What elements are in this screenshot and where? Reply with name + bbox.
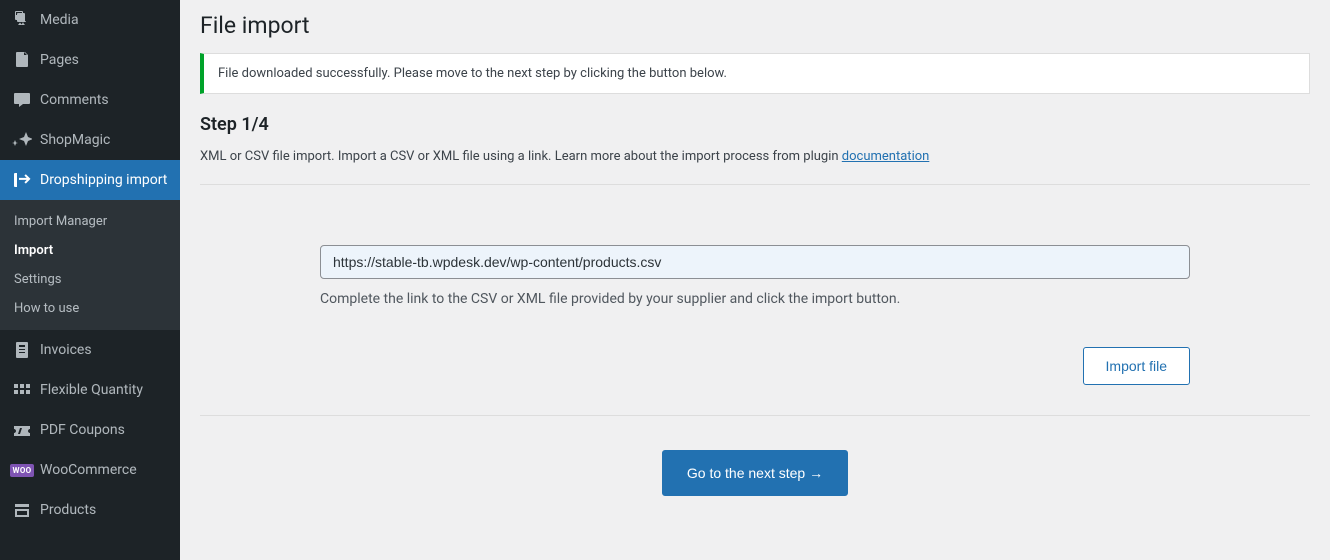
- submenu-item-settings[interactable]: Settings: [0, 265, 180, 294]
- import-form: Complete the link to the CSV or XML file…: [200, 245, 1310, 307]
- import-button-row: Import file: [200, 347, 1190, 385]
- pages-icon: [12, 50, 32, 70]
- divider: [200, 184, 1310, 185]
- input-hint: Complete the link to the CSV or XML file…: [320, 291, 1190, 307]
- coupons-icon: [12, 420, 32, 440]
- page-title: File import: [200, 12, 1310, 39]
- magic-icon: [12, 130, 32, 150]
- sidebar-item-media[interactable]: Media: [0, 0, 180, 40]
- sidebar-item-label: Flexible Quantity: [40, 382, 143, 399]
- sidebar-item-pages[interactable]: Pages: [0, 40, 180, 80]
- sidebar-item-label: ShopMagic: [40, 132, 110, 149]
- sidebar-item-label: Comments: [40, 92, 109, 109]
- products-icon: [12, 500, 32, 520]
- sidebar-item-label: PDF Coupons: [40, 422, 125, 439]
- admin-sidebar: Media Pages Comments ShopMagic Dropshipp…: [0, 0, 180, 560]
- media-icon: [12, 10, 32, 30]
- step-heading: Step 1/4: [200, 114, 1310, 135]
- sidebar-item-label: Dropshipping import: [40, 172, 167, 189]
- import-file-button[interactable]: Import file: [1083, 347, 1190, 385]
- sidebar-item-comments[interactable]: Comments: [0, 80, 180, 120]
- sidebar-item-products[interactable]: Products: [0, 490, 180, 530]
- divider: [200, 415, 1310, 416]
- quantity-icon: [12, 380, 32, 400]
- submenu-item-import-manager[interactable]: Import Manager: [0, 207, 180, 236]
- next-step-button[interactable]: Go to the next step →: [662, 450, 848, 496]
- documentation-link[interactable]: documentation: [842, 149, 930, 164]
- sidebar-item-label: Products: [40, 502, 96, 519]
- sidebar-item-label: WooCommerce: [40, 462, 137, 479]
- file-url-input[interactable]: [320, 245, 1190, 279]
- comments-icon: [12, 90, 32, 110]
- sidebar-item-flexible-quantity[interactable]: Flexible Quantity: [0, 370, 180, 410]
- sidebar-item-label: Pages: [40, 52, 79, 69]
- next-step-row: Go to the next step →: [200, 450, 1310, 496]
- step-description: XML or CSV file import. Import a CSV or …: [200, 149, 1310, 164]
- import-icon: [12, 170, 32, 190]
- sidebar-item-label: Invoices: [40, 342, 92, 359]
- invoice-icon: [12, 340, 32, 360]
- sidebar-item-woocommerce[interactable]: WOO WooCommerce: [0, 450, 180, 490]
- submenu-dropshipping: Import Manager Import Settings How to us…: [0, 200, 180, 330]
- sidebar-item-dropshipping-import[interactable]: Dropshipping import: [0, 160, 180, 200]
- main-content: File import File downloaded successfully…: [180, 0, 1330, 560]
- submenu-item-import[interactable]: Import: [0, 236, 180, 265]
- woocommerce-icon: WOO: [12, 460, 32, 480]
- success-notice: File downloaded successfully. Please mov…: [200, 53, 1310, 94]
- sidebar-item-label: Media: [40, 12, 79, 29]
- submenu-item-how-to-use[interactable]: How to use: [0, 294, 180, 323]
- description-text: XML or CSV file import. Import a CSV or …: [200, 149, 842, 164]
- sidebar-item-shopmagic[interactable]: ShopMagic: [0, 120, 180, 160]
- sidebar-item-invoices[interactable]: Invoices: [0, 330, 180, 370]
- sidebar-item-pdf-coupons[interactable]: PDF Coupons: [0, 410, 180, 450]
